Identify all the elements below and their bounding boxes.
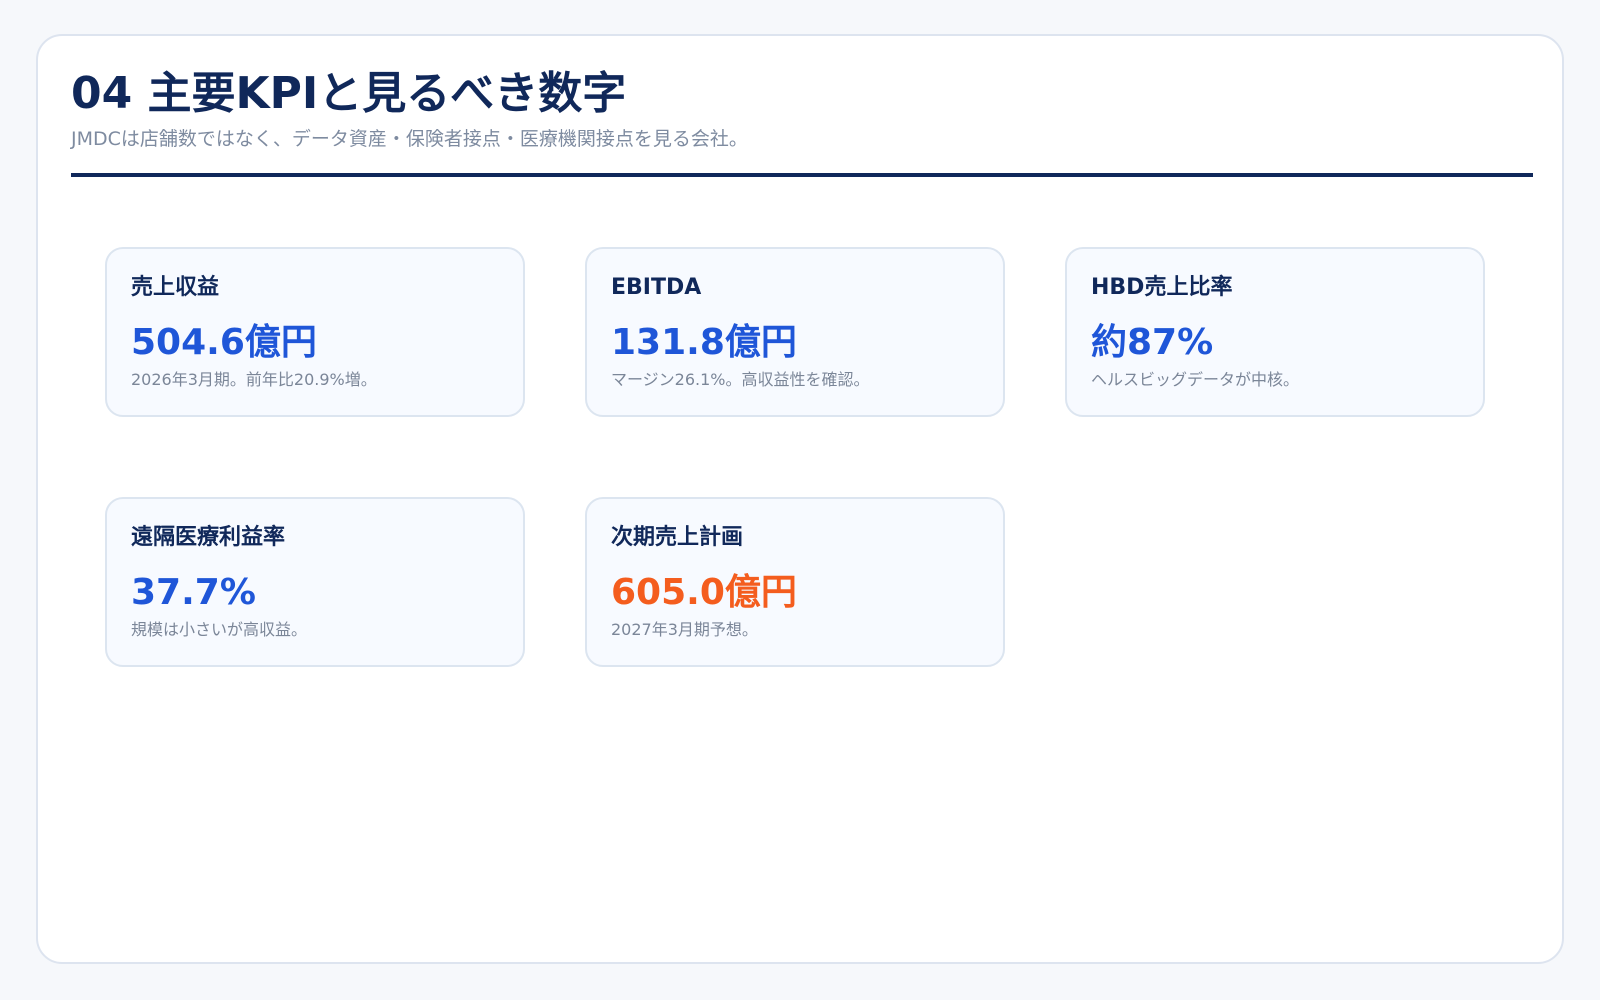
page-title: 04 主要KPIと見るべき数字 — [71, 68, 627, 119]
kpi-value: 37.7% — [131, 572, 256, 613]
kpi-card-ebitda: EBITDA 131.8億円 マージン26.1%。高収益性を確認。 — [585, 247, 1005, 417]
kpi-value: 131.8億円 — [611, 322, 797, 363]
kpi-card-next-revenue-plan: 次期売上計画 605.0億円 2027年3月期予想。 — [585, 497, 1005, 667]
header-divider — [71, 173, 1533, 177]
kpi-label: 売上収益 — [131, 275, 220, 300]
kpi-card-telemedicine-margin: 遠隔医療利益率 37.7% 規模は小さいが高収益。 — [105, 497, 525, 667]
kpi-note: 2026年3月期。前年比20.9%増。 — [131, 370, 377, 389]
kpi-card-hbd-ratio: HBD売上比率 約87% ヘルスビッグデータが中核。 — [1065, 247, 1485, 417]
kpi-value: 約87% — [1091, 322, 1214, 363]
kpi-label: HBD売上比率 — [1091, 275, 1233, 300]
kpi-label: 遠隔医療利益率 — [131, 525, 286, 550]
page-subtitle: JMDCは店舗数ではなく、データ資産・保険者接点・医療機関接点を見る会社。 — [71, 128, 748, 150]
kpi-note: マージン26.1%。高収益性を確認。 — [611, 370, 870, 389]
kpi-card-revenue: 売上収益 504.6億円 2026年3月期。前年比20.9%増。 — [105, 247, 525, 417]
kpi-label: 次期売上計画 — [611, 525, 744, 550]
kpi-value: 605.0億円 — [611, 572, 797, 613]
kpi-note: 2027年3月期予想。 — [611, 620, 758, 639]
kpi-note: ヘルスビッグデータが中核。 — [1091, 370, 1300, 389]
kpi-label: EBITDA — [611, 275, 702, 300]
slide-panel: 04 主要KPIと見るべき数字 JMDCは店舗数ではなく、データ資産・保険者接点… — [36, 34, 1564, 964]
kpi-value: 504.6億円 — [131, 322, 317, 363]
kpi-note: 規模は小さいが高収益。 — [131, 620, 308, 639]
